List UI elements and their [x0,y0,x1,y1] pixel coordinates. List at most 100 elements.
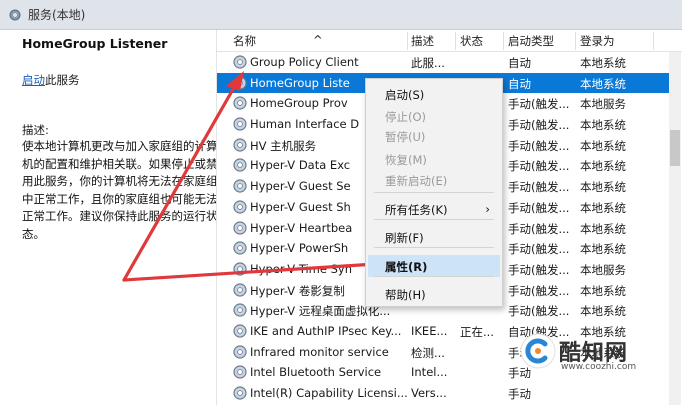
menu-item-label: 重新启动(E) [385,174,448,188]
service-start-type-cell: 手动(触发... [508,97,570,112]
service-detail-panel: HomeGroup Listener 启动此服务 描述: 使本地计算机更改与加入… [0,30,218,405]
service-gear-icon [232,344,248,360]
menu-item-label: 停止(O) [385,110,427,124]
menu-separator [374,192,494,193]
service-name-cell: Intel Bluetooth Service [250,365,382,380]
start-service-line: 启动此服务 [22,72,80,88]
context-menu-item[interactable]: 属性(R) [368,255,500,277]
service-desc-cell: 检测... [411,345,445,360]
service-gear-icon [232,54,248,70]
service-start-type-cell: 手动(触发... [508,304,570,319]
menu-item-label: 启动(S) [385,88,425,102]
context-menu-item[interactable]: 所有任务(K) › [368,198,500,220]
column-divider[interactable] [503,32,504,50]
column-divider[interactable] [455,32,456,50]
service-description: 使本地计算机更改与加入家庭组的计算机的配置和维护相关联。如果停止或禁用此服务，你… [22,139,218,241]
menu-item-label: 所有任务(K) [385,203,448,217]
service-gear-icon [232,157,248,173]
service-desc-cell: Vers... [411,386,447,400]
service-name-cell: Intel(R) Capability Licensi... [250,386,408,400]
service-gear-icon [232,137,248,153]
service-start-type-cell: 手动(触发... [508,159,570,174]
service-logon-cell: 本地系统 [580,76,626,91]
menu-item-label: 属性(R) [385,260,428,274]
menu-item-label: 帮助(H) [385,288,426,302]
start-service-suffix: 此服务 [45,73,80,87]
scrollbar-thumb[interactable] [670,130,680,166]
menu-separator [374,247,494,248]
column-divider[interactable] [575,32,576,50]
start-service-link[interactable]: 启动 [22,73,45,87]
service-logon-cell: 本地系统 [580,180,626,195]
service-status-cell: 正在... [460,324,494,339]
service-logon-cell: 本地系统 [580,159,626,174]
sort-up-icon: ^ [313,33,323,47]
service-start-type-cell: 自动 [508,76,531,91]
service-start-type-cell: 手动(触发... [508,138,570,153]
watermark-logo: 酷知网 www.coozhi.com [517,328,657,374]
service-logon-cell: 本地系统 [580,242,626,257]
context-menu-item[interactable]: 启动(S) [368,83,500,105]
menu-item-label: 暂停(U) [385,130,426,144]
service-gear-icon [232,220,248,236]
menu-separator [374,219,494,220]
service-gear-icon [232,95,248,111]
context-menu-item[interactable]: 重新启动(E) [368,169,500,191]
service-logon-cell: 本地系统 [580,118,626,133]
menu-item-label: 恢复(M) [385,153,427,167]
service-start-type-cell: 手动 [508,387,531,401]
table-row[interactable]: Group Policy Client 此服... 自动 本地系统 [217,52,673,73]
table-row[interactable]: Intel(R) Capability Licensi... Vers... 手动 [217,383,673,404]
service-logon-cell: 本地系统 [580,138,626,153]
vertical-scrollbar[interactable] [669,52,681,405]
service-desc-cell: IKEE... [411,323,448,338]
column-status[interactable]: 状态 [460,33,483,49]
column-divider[interactable] [653,32,654,50]
context-menu: 启动(S) 停止(O) 暂停(U) 恢复(M) 重新启动(E) 所有任务(K) › 刷新(F)… [365,78,503,307]
service-gear-icon [232,75,248,91]
menu-item-label: 刷新(F) [385,231,424,245]
service-name-cell: Group Policy Client [250,55,359,69]
services-icon [9,9,21,21]
coozhi-logo-icon [520,333,556,369]
context-menu-item[interactable]: 刷新(F) [368,226,500,248]
service-gear-icon [232,323,248,339]
service-start-type-cell: 手动(触发... [508,242,570,257]
context-menu-item[interactable]: 帮助(H) [368,283,500,305]
service-name-cell: IKE and AuthIP IPsec Key... [250,323,402,338]
menu-separator [374,276,494,277]
column-name[interactable]: 名称 [233,33,256,49]
column-desc[interactable]: 描述 [411,33,434,49]
service-start-type-cell: 手动(触发... [508,118,570,133]
service-desc-cell: Intel... [411,365,448,380]
column-divider[interactable] [407,32,408,50]
context-menu-item[interactable]: 停止(O) [368,105,500,127]
service-gear-icon [232,364,248,380]
column-start-type[interactable]: 启动类型 [508,33,554,49]
service-name-cell: Infrared monitor service [250,344,389,359]
column-logon[interactable]: 登录为 [580,33,615,49]
description-label: 描述: [22,123,49,137]
service-gear-icon [232,240,248,256]
window-title: 服务(本地) [28,8,86,22]
service-start-type-cell: 手动(触发... [508,283,570,298]
list-header: ^ 名称 描述 状态 启动类型 登录为 [217,30,682,52]
service-logon-cell: 本地服务 [580,97,626,112]
service-start-type-cell: 手动(触发... [508,221,570,236]
service-gear-icon [232,302,248,318]
service-logon-cell: 本地系统 [580,221,626,236]
service-start-type-cell: 自动 [508,56,531,70]
service-start-type-cell: 手动(触发... [508,262,570,277]
selected-service-name: HomeGroup Listener [22,36,168,51]
service-gear-icon [232,261,248,277]
service-gear-icon [232,385,248,401]
service-gear-icon [232,199,248,215]
service-logon-cell: 本地系统 [580,200,626,215]
service-desc-cell: 此服... [411,56,445,70]
service-start-type-cell: 手动(触发... [508,180,570,195]
context-menu-item[interactable]: 暂停(U) [368,125,500,147]
service-start-type-cell: 手动(触发... [508,200,570,215]
context-menu-item[interactable]: 恢复(M) [368,148,500,170]
service-logon-cell: 本地系统 [580,56,626,70]
title-bar: 服务(本地) [0,0,682,30]
